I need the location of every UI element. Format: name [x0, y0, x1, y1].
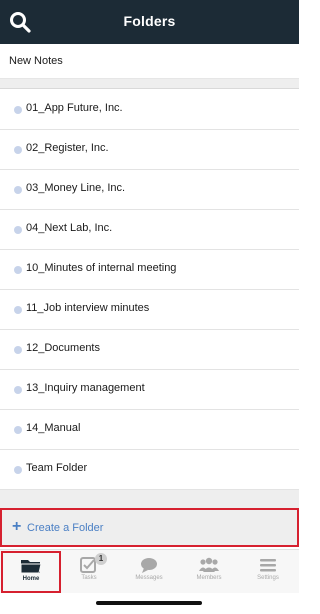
folder-item[interactable]: 03_Money Line, Inc. [0, 170, 299, 210]
folder-dot-icon [14, 466, 22, 474]
new-notes-label: New Notes [9, 55, 63, 67]
tab-label: Members [196, 575, 222, 581]
folder-label: Team Folder [26, 462, 88, 474]
folder-dot-icon [14, 426, 22, 434]
folder-item[interactable]: 11_Job interview minutes [0, 290, 299, 330]
tab-tasks[interactable]: 1 Tasks [59, 550, 119, 594]
menu-icon [260, 559, 276, 572]
tab-messages[interactable]: Messages [119, 550, 179, 594]
tab-label: Tasks [81, 575, 97, 581]
tab-bar: Home 1 Tasks Messages Members Settings [0, 549, 299, 593]
folder-icon [20, 560, 42, 574]
task-count-badge: 1 [95, 553, 107, 565]
folder-dot-icon [14, 186, 22, 194]
folder-dot-icon [14, 346, 22, 354]
folder-item[interactable]: 10_Minutes of internal meeting [0, 250, 299, 290]
section-divider [0, 79, 299, 89]
folder-label: 11_Job interview minutes [26, 302, 150, 314]
folder-list: 01_App Future, Inc. 02_Register, Inc. 03… [0, 90, 299, 490]
folder-label: 04_Next Lab, Inc. [26, 222, 113, 234]
tab-settings[interactable]: Settings [238, 550, 298, 594]
folder-label: 03_Money Line, Inc. [26, 182, 126, 194]
folder-dot-icon [14, 226, 22, 234]
app-header: Folders [0, 0, 299, 44]
folder-label: 01_App Future, Inc. [26, 102, 123, 114]
people-icon [199, 557, 219, 572]
section-divider [0, 490, 299, 508]
folder-dot-icon [14, 266, 22, 274]
folder-item[interactable]: Team Folder [0, 450, 299, 490]
folder-item[interactable]: 14_Manual [0, 410, 299, 450]
folder-dot-icon [14, 306, 22, 314]
tab-label: Messages [135, 575, 163, 581]
folder-label: 13_Inquiry management [26, 382, 145, 394]
folder-item[interactable]: 02_Register, Inc. [0, 130, 299, 170]
page-title: Folders [123, 13, 176, 29]
folder-label: 14_Manual [26, 422, 81, 434]
folder-dot-icon [14, 106, 22, 114]
create-folder-button[interactable]: + Create a Folder [0, 508, 299, 547]
folder-item[interactable]: 13_Inquiry management [0, 370, 299, 410]
chat-bubble-icon [141, 558, 157, 573]
folder-item[interactable]: 04_Next Lab, Inc. [0, 210, 299, 250]
folder-dot-icon [14, 386, 22, 394]
tab-home[interactable]: Home [1, 551, 61, 593]
plus-icon: + [12, 518, 22, 535]
folder-label: 02_Register, Inc. [26, 142, 109, 154]
folder-label: 10_Minutes of internal meeting [26, 262, 177, 274]
folder-dot-icon [14, 146, 22, 154]
tab-label: Settings [257, 575, 279, 581]
tab-label: Home [22, 576, 40, 582]
new-notes-item[interactable]: New Notes [0, 44, 299, 79]
folder-item[interactable]: 01_App Future, Inc. [0, 90, 299, 130]
folder-label: 12_Documents [26, 342, 100, 354]
create-folder-label: Create a Folder [27, 522, 104, 534]
folder-item[interactable]: 12_Documents [0, 330, 299, 370]
home-indicator [96, 601, 202, 605]
tab-members[interactable]: Members [179, 550, 239, 594]
